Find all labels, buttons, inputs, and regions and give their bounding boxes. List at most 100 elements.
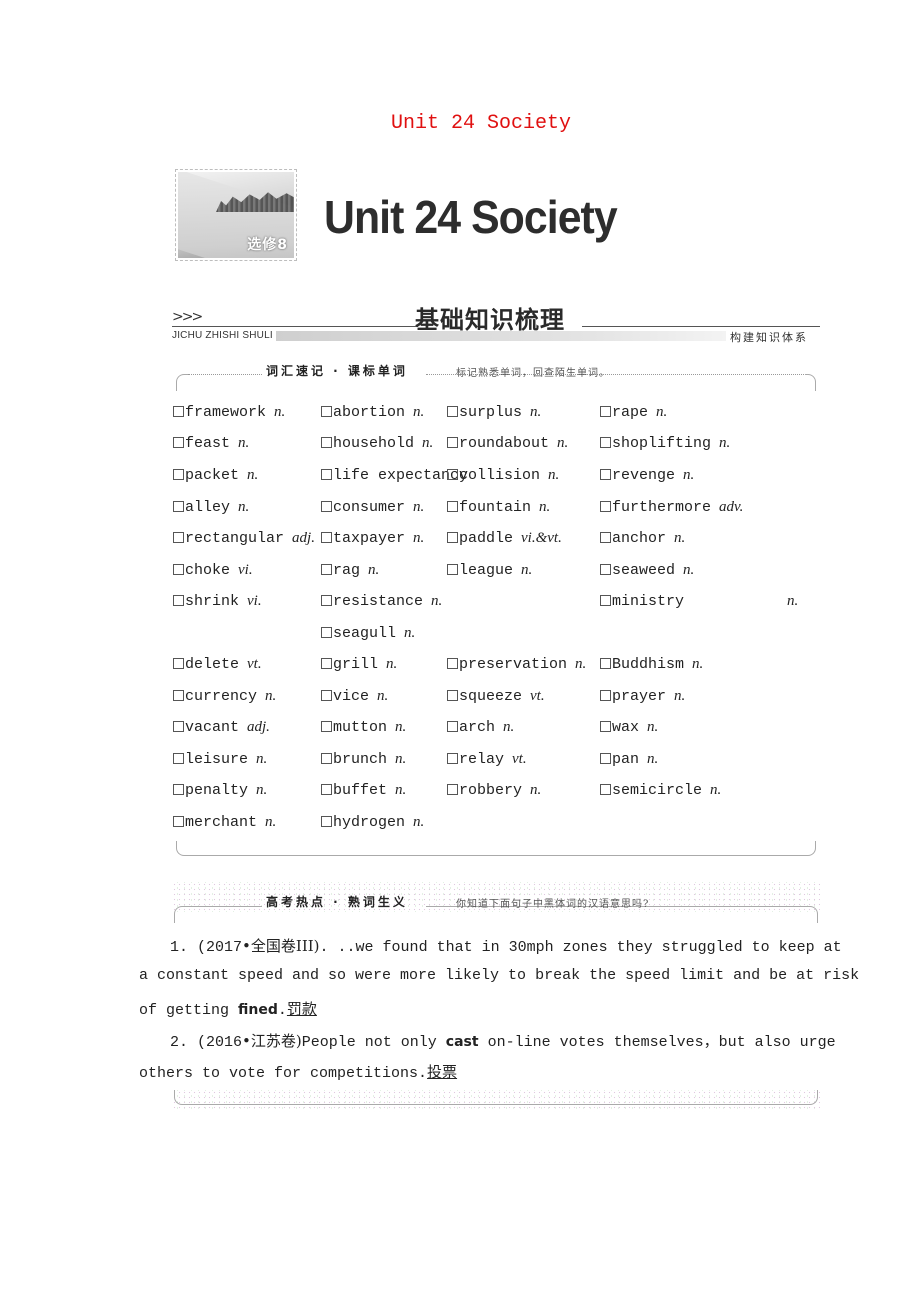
- part-of-speech: n.: [238, 435, 250, 451]
- vocab-item: grill n.: [321, 656, 397, 673]
- frame-corner: [176, 374, 189, 391]
- checkbox-icon[interactable]: [447, 564, 458, 575]
- vocab-item: semicircle n.: [600, 782, 721, 799]
- checkbox-icon[interactable]: [447, 501, 458, 512]
- part-of-speech: n.: [422, 435, 434, 451]
- checkbox-icon[interactable]: [600, 406, 611, 417]
- part-of-speech: n.: [530, 782, 542, 798]
- vocab-item: prayer n.: [600, 688, 685, 705]
- checkbox-icon[interactable]: [447, 406, 458, 417]
- checkbox-icon[interactable]: [173, 658, 184, 669]
- hot-item-1-line-2: a constant speed and so were more likely…: [139, 967, 860, 984]
- checkbox-icon[interactable]: [173, 564, 184, 575]
- sentence-text: People not only: [301, 1034, 446, 1051]
- checkbox-icon[interactable]: [321, 406, 332, 417]
- part-of-speech: n.: [683, 467, 695, 483]
- checkbox-icon[interactable]: [321, 532, 332, 543]
- checkbox-icon[interactable]: [600, 564, 611, 575]
- vocab-word: wax: [612, 719, 640, 736]
- checkbox-icon[interactable]: [321, 690, 332, 701]
- vocab-word: feast: [185, 435, 231, 452]
- vocab-word: collision: [459, 467, 541, 484]
- checkbox-icon[interactable]: [447, 532, 458, 543]
- vocab-word: packet: [185, 467, 240, 484]
- vocab-word: seagull: [333, 625, 397, 642]
- checkbox-icon[interactable]: [321, 753, 332, 764]
- vocab-word: consumer: [333, 499, 406, 516]
- item-number: 1.: [170, 939, 189, 956]
- checkbox-icon[interactable]: [321, 816, 332, 827]
- checkbox-icon[interactable]: [600, 784, 611, 795]
- checkbox-icon[interactable]: [321, 784, 332, 795]
- part-of-speech: n.: [404, 625, 416, 641]
- checkbox-icon[interactable]: [600, 753, 611, 764]
- vocab-word: squeeze: [459, 688, 523, 705]
- vocab-word: household: [333, 435, 415, 452]
- checkbox-icon[interactable]: [321, 501, 332, 512]
- checkbox-icon[interactable]: [173, 690, 184, 701]
- checkbox-icon[interactable]: [321, 721, 332, 732]
- checkbox-icon[interactable]: [173, 595, 184, 606]
- checkbox-icon[interactable]: [447, 721, 458, 732]
- checkbox-icon[interactable]: [600, 501, 611, 512]
- checkbox-icon[interactable]: [173, 437, 184, 448]
- unit-heading: Unit 24 Society: [324, 191, 618, 243]
- vocab-word: choke: [185, 562, 231, 579]
- checkbox-icon[interactable]: [600, 437, 611, 448]
- checkbox-icon[interactable]: [447, 469, 458, 480]
- checkbox-icon[interactable]: [173, 784, 184, 795]
- vocab-word: leisure: [185, 751, 249, 768]
- vocab-item: fountain n.: [447, 499, 550, 516]
- checkbox-icon[interactable]: [447, 690, 458, 701]
- checkbox-icon[interactable]: [321, 469, 332, 480]
- checkbox-icon[interactable]: [447, 437, 458, 448]
- vocab-word: anchor: [612, 530, 667, 547]
- vocab-item: consumer n.: [321, 499, 424, 516]
- vocab-item: wax n.: [600, 719, 658, 736]
- checkbox-icon[interactable]: [600, 595, 611, 606]
- vocab-word: surplus: [459, 404, 523, 421]
- part-of-speech: n.: [413, 499, 425, 515]
- vocab-word: brunch: [333, 751, 388, 768]
- checkbox-icon[interactable]: [447, 784, 458, 795]
- checkbox-icon[interactable]: [173, 469, 184, 480]
- checkbox-icon[interactable]: [321, 595, 332, 606]
- checkbox-icon[interactable]: [447, 658, 458, 669]
- frame-corner: [174, 1090, 187, 1105]
- answer: 投票: [427, 1063, 458, 1081]
- vocab-word: grill: [333, 656, 379, 673]
- vocab-item: life expectancy: [321, 467, 468, 484]
- section-title: 基础知识梳理: [415, 306, 565, 334]
- checkbox-icon[interactable]: [173, 753, 184, 764]
- part-of-speech: adj.: [292, 530, 315, 546]
- keyword: fined: [238, 1002, 278, 1018]
- checkbox-icon[interactable]: [321, 437, 332, 448]
- frame-line: [188, 855, 806, 856]
- vocab-word: taxpayer: [333, 530, 406, 547]
- checkbox-icon[interactable]: [447, 753, 458, 764]
- banner-photo: 选修8: [178, 172, 294, 258]
- checkbox-icon[interactable]: [173, 721, 184, 732]
- part-of-speech: adj.: [247, 719, 270, 735]
- checkbox-icon[interactable]: [600, 469, 611, 480]
- checkbox-icon[interactable]: [600, 532, 611, 543]
- checkbox-icon[interactable]: [321, 627, 332, 638]
- vocab-item: taxpayer n.: [321, 530, 424, 547]
- checkbox-icon[interactable]: [600, 721, 611, 732]
- part-of-speech: n.: [386, 656, 398, 672]
- checkbox-icon[interactable]: [321, 564, 332, 575]
- checkbox-icon[interactable]: [600, 658, 611, 669]
- part-of-speech: n.: [548, 467, 560, 483]
- vocab-word: shoplifting: [612, 435, 712, 452]
- frame-corner: [805, 374, 816, 391]
- vocab-item: alley n.: [173, 499, 249, 516]
- sentence-text: . ..we found that in 30mph zones they st…: [319, 939, 842, 956]
- checkbox-icon[interactable]: [173, 816, 184, 827]
- vocab-item: furthermore adv.: [600, 499, 743, 516]
- section-pinyin: JICHU ZHISHI SHULI: [172, 330, 273, 341]
- checkbox-icon[interactable]: [600, 690, 611, 701]
- checkbox-icon[interactable]: [321, 658, 332, 669]
- checkbox-icon[interactable]: [173, 501, 184, 512]
- checkbox-icon[interactable]: [173, 406, 184, 417]
- checkbox-icon[interactable]: [173, 532, 184, 543]
